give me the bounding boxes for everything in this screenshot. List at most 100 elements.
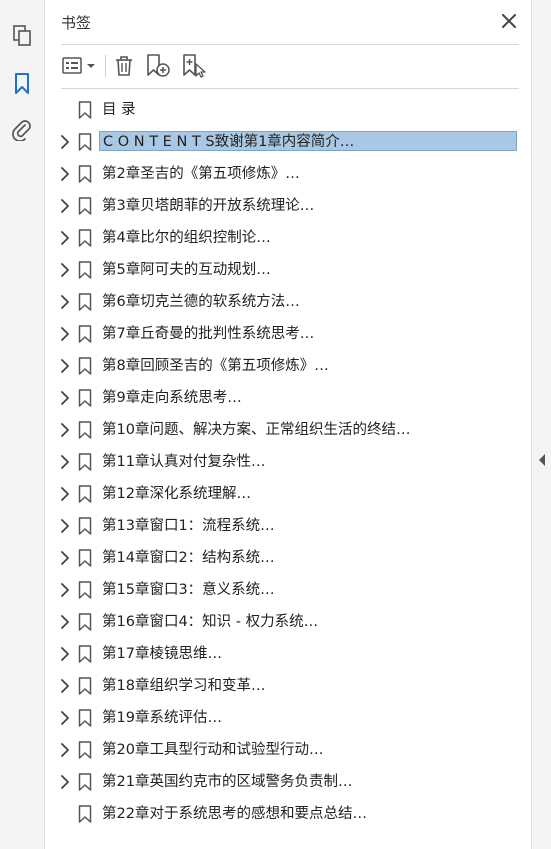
bookmarks-panel: 书签 目 录 C O N T E N T S致谢第1章内容简介… 第2章圣吉的《… [45, 0, 531, 849]
bookmark-label[interactable]: 第22章对于系统思考的感想和要点总结… [99, 804, 370, 824]
chevron-right-icon[interactable] [57, 326, 73, 342]
chevron-right-icon[interactable] [57, 646, 73, 662]
bookmark-row[interactable]: 第19章系统评估… [45, 704, 531, 732]
chevron-right-icon[interactable] [57, 582, 73, 598]
bookmark-row[interactable]: 第6章切克兰德的软系统方法… [45, 288, 531, 316]
chevron-right-icon[interactable] [57, 550, 73, 566]
bookmark-item-icon [78, 741, 92, 759]
chevron-right-icon[interactable] [57, 230, 73, 246]
bookmark-item-icon [78, 261, 92, 279]
bookmark-label[interactable]: 第4章比尔的组织控制论… [99, 228, 274, 248]
navigation-rail [0, 0, 45, 849]
options-menu-icon[interactable] [61, 54, 97, 78]
chevron-right-icon[interactable] [57, 614, 73, 630]
chevron-right-icon[interactable] [57, 742, 73, 758]
bookmark-row[interactable]: 第15章窗口3：意义系统… [45, 576, 531, 604]
bookmark-row[interactable]: 第3章贝塔朗菲的开放系统理论… [45, 192, 531, 220]
close-icon[interactable] [499, 11, 519, 31]
bookmark-item-icon [78, 357, 92, 375]
bookmark-item-icon [78, 421, 92, 439]
bookmark-row[interactable]: 第14章窗口2：结构系统… [45, 544, 531, 572]
delete-bookmark-icon[interactable] [113, 54, 135, 78]
bookmark-label[interactable]: 第11章认真对付复杂性… [99, 452, 268, 472]
toolbar-divider [61, 88, 519, 89]
bookmark-item-icon [78, 549, 92, 567]
new-bookmark-from-structure-icon[interactable] [181, 54, 207, 78]
new-bookmark-icon[interactable] [145, 54, 171, 78]
bookmark-label[interactable]: 第20章工具型行动和试验型行动… [99, 740, 326, 760]
panel-header: 书签 [61, 12, 519, 34]
bookmark-row[interactable]: 目 录 [45, 96, 531, 124]
chevron-right-icon[interactable] [57, 678, 73, 694]
bookmark-label[interactable]: 第10章问题、解决方案、正常组织生活的终结… [99, 420, 413, 440]
bookmark-item-icon [78, 677, 92, 695]
chevron-right-icon[interactable] [57, 774, 73, 790]
chevron-right-icon[interactable] [57, 422, 73, 438]
bookmark-item-icon [78, 101, 92, 119]
bookmark-row[interactable]: 第20章工具型行动和试验型行动… [45, 736, 531, 764]
bookmark-label[interactable]: 第3章贝塔朗菲的开放系统理论… [99, 196, 317, 216]
bookmark-label[interactable]: 第2章圣吉的《第五项修炼》… [99, 164, 303, 184]
toolbar-separator [105, 55, 106, 77]
bookmark-row[interactable]: C O N T E N T S致谢第1章内容简介… [45, 128, 531, 156]
attachment-icon[interactable] [10, 118, 34, 142]
bookmark-row[interactable]: 第22章对于系统思考的感想和要点总结… [45, 800, 531, 828]
chevron-right-icon[interactable] [57, 518, 73, 534]
bookmark-row[interactable]: 第16章窗口4：知识 - 权力系统… [45, 608, 531, 636]
chevron-right-icon[interactable] [57, 262, 73, 278]
bookmark-item-icon [78, 709, 92, 727]
bookmark-label[interactable]: 第15章窗口3：意义系统… [99, 580, 278, 600]
bookmark-label[interactable]: 目 录 [99, 100, 139, 120]
chevron-right-icon[interactable] [57, 166, 73, 182]
chevron-right-icon[interactable] [57, 390, 73, 406]
bookmark-row[interactable]: 第11章认真对付复杂性… [45, 448, 531, 476]
bookmark-item-icon [78, 133, 92, 151]
bookmark-label[interactable]: 第19章系统评估… [99, 708, 225, 728]
bookmark-row[interactable]: 第5章阿可夫的互动规划… [45, 256, 531, 284]
bookmark-row[interactable]: 第18章组织学习和变革… [45, 672, 531, 700]
chevron-right-icon[interactable] [57, 198, 73, 214]
bookmark-label[interactable]: 第9章走向系统思考… [99, 388, 245, 408]
bookmark-row[interactable]: 第8章回顾圣吉的《第五项修炼》… [45, 352, 531, 380]
bookmark-label[interactable]: C O N T E N T S致谢第1章内容简介… [99, 131, 517, 151]
bookmark-item-icon [78, 805, 92, 823]
bookmark-row[interactable]: 第7章丘奇曼的批判性系统思考… [45, 320, 531, 348]
bookmark-label[interactable]: 第14章窗口2：结构系统… [99, 548, 278, 568]
pages-icon[interactable] [10, 24, 34, 48]
bookmark-row[interactable]: 第4章比尔的组织控制论… [45, 224, 531, 252]
bookmark-label[interactable]: 第5章阿可夫的互动规划… [99, 260, 274, 280]
bookmark-label[interactable]: 第21章英国约克市的区域警务负责制… [99, 772, 355, 792]
bookmark-item-icon [78, 613, 92, 631]
bookmark-item-icon [78, 389, 92, 407]
bookmark-row[interactable]: 第13章窗口1：流程系统… [45, 512, 531, 540]
bookmark-label[interactable]: 第7章丘奇曼的批判性系统思考… [99, 324, 317, 344]
bookmark-label[interactable]: 第12章深化系统理解… [99, 484, 254, 504]
bookmark-label[interactable]: 第17章棱镜思维… [99, 644, 225, 664]
bookmark-label[interactable]: 第13章窗口1：流程系统… [99, 516, 278, 536]
bookmark-label[interactable]: 第16章窗口4：知识 - 权力系统… [99, 612, 321, 632]
bookmark-icon[interactable] [10, 72, 34, 96]
bookmark-label[interactable]: 第18章组织学习和变革… [99, 676, 268, 696]
bookmark-label[interactable]: 第8章回顾圣吉的《第五项修炼》… [99, 356, 332, 376]
bookmark-row[interactable]: 第2章圣吉的《第五项修炼》… [45, 160, 531, 188]
chevron-right-icon[interactable] [57, 134, 73, 150]
chevron-right-icon[interactable] [57, 358, 73, 374]
bookmark-row[interactable]: 第10章问题、解决方案、正常组织生活的终结… [45, 416, 531, 444]
header-divider [61, 44, 519, 45]
bookmark-item-icon [78, 165, 92, 183]
bookmark-item-icon [78, 325, 92, 343]
chevron-right-icon[interactable] [57, 454, 73, 470]
bookmark-row[interactable]: 第9章走向系统思考… [45, 384, 531, 412]
bookmark-row[interactable]: 第12章深化系统理解… [45, 480, 531, 508]
bookmark-item-icon [78, 581, 92, 599]
bookmark-row[interactable]: 第17章棱镜思维… [45, 640, 531, 668]
bookmark-row[interactable]: 第21章英国约克市的区域警务负责制… [45, 768, 531, 796]
collapse-panel-icon[interactable] [537, 452, 547, 466]
bookmark-label[interactable]: 第6章切克兰德的软系统方法… [99, 292, 303, 312]
chevron-right-icon[interactable] [57, 294, 73, 310]
chevron-right-icon[interactable] [57, 710, 73, 726]
chevron-right-icon[interactable] [57, 486, 73, 502]
panel-resize-strip[interactable] [531, 0, 551, 849]
bookmark-item-icon [78, 293, 92, 311]
bookmark-item-icon [78, 197, 92, 215]
